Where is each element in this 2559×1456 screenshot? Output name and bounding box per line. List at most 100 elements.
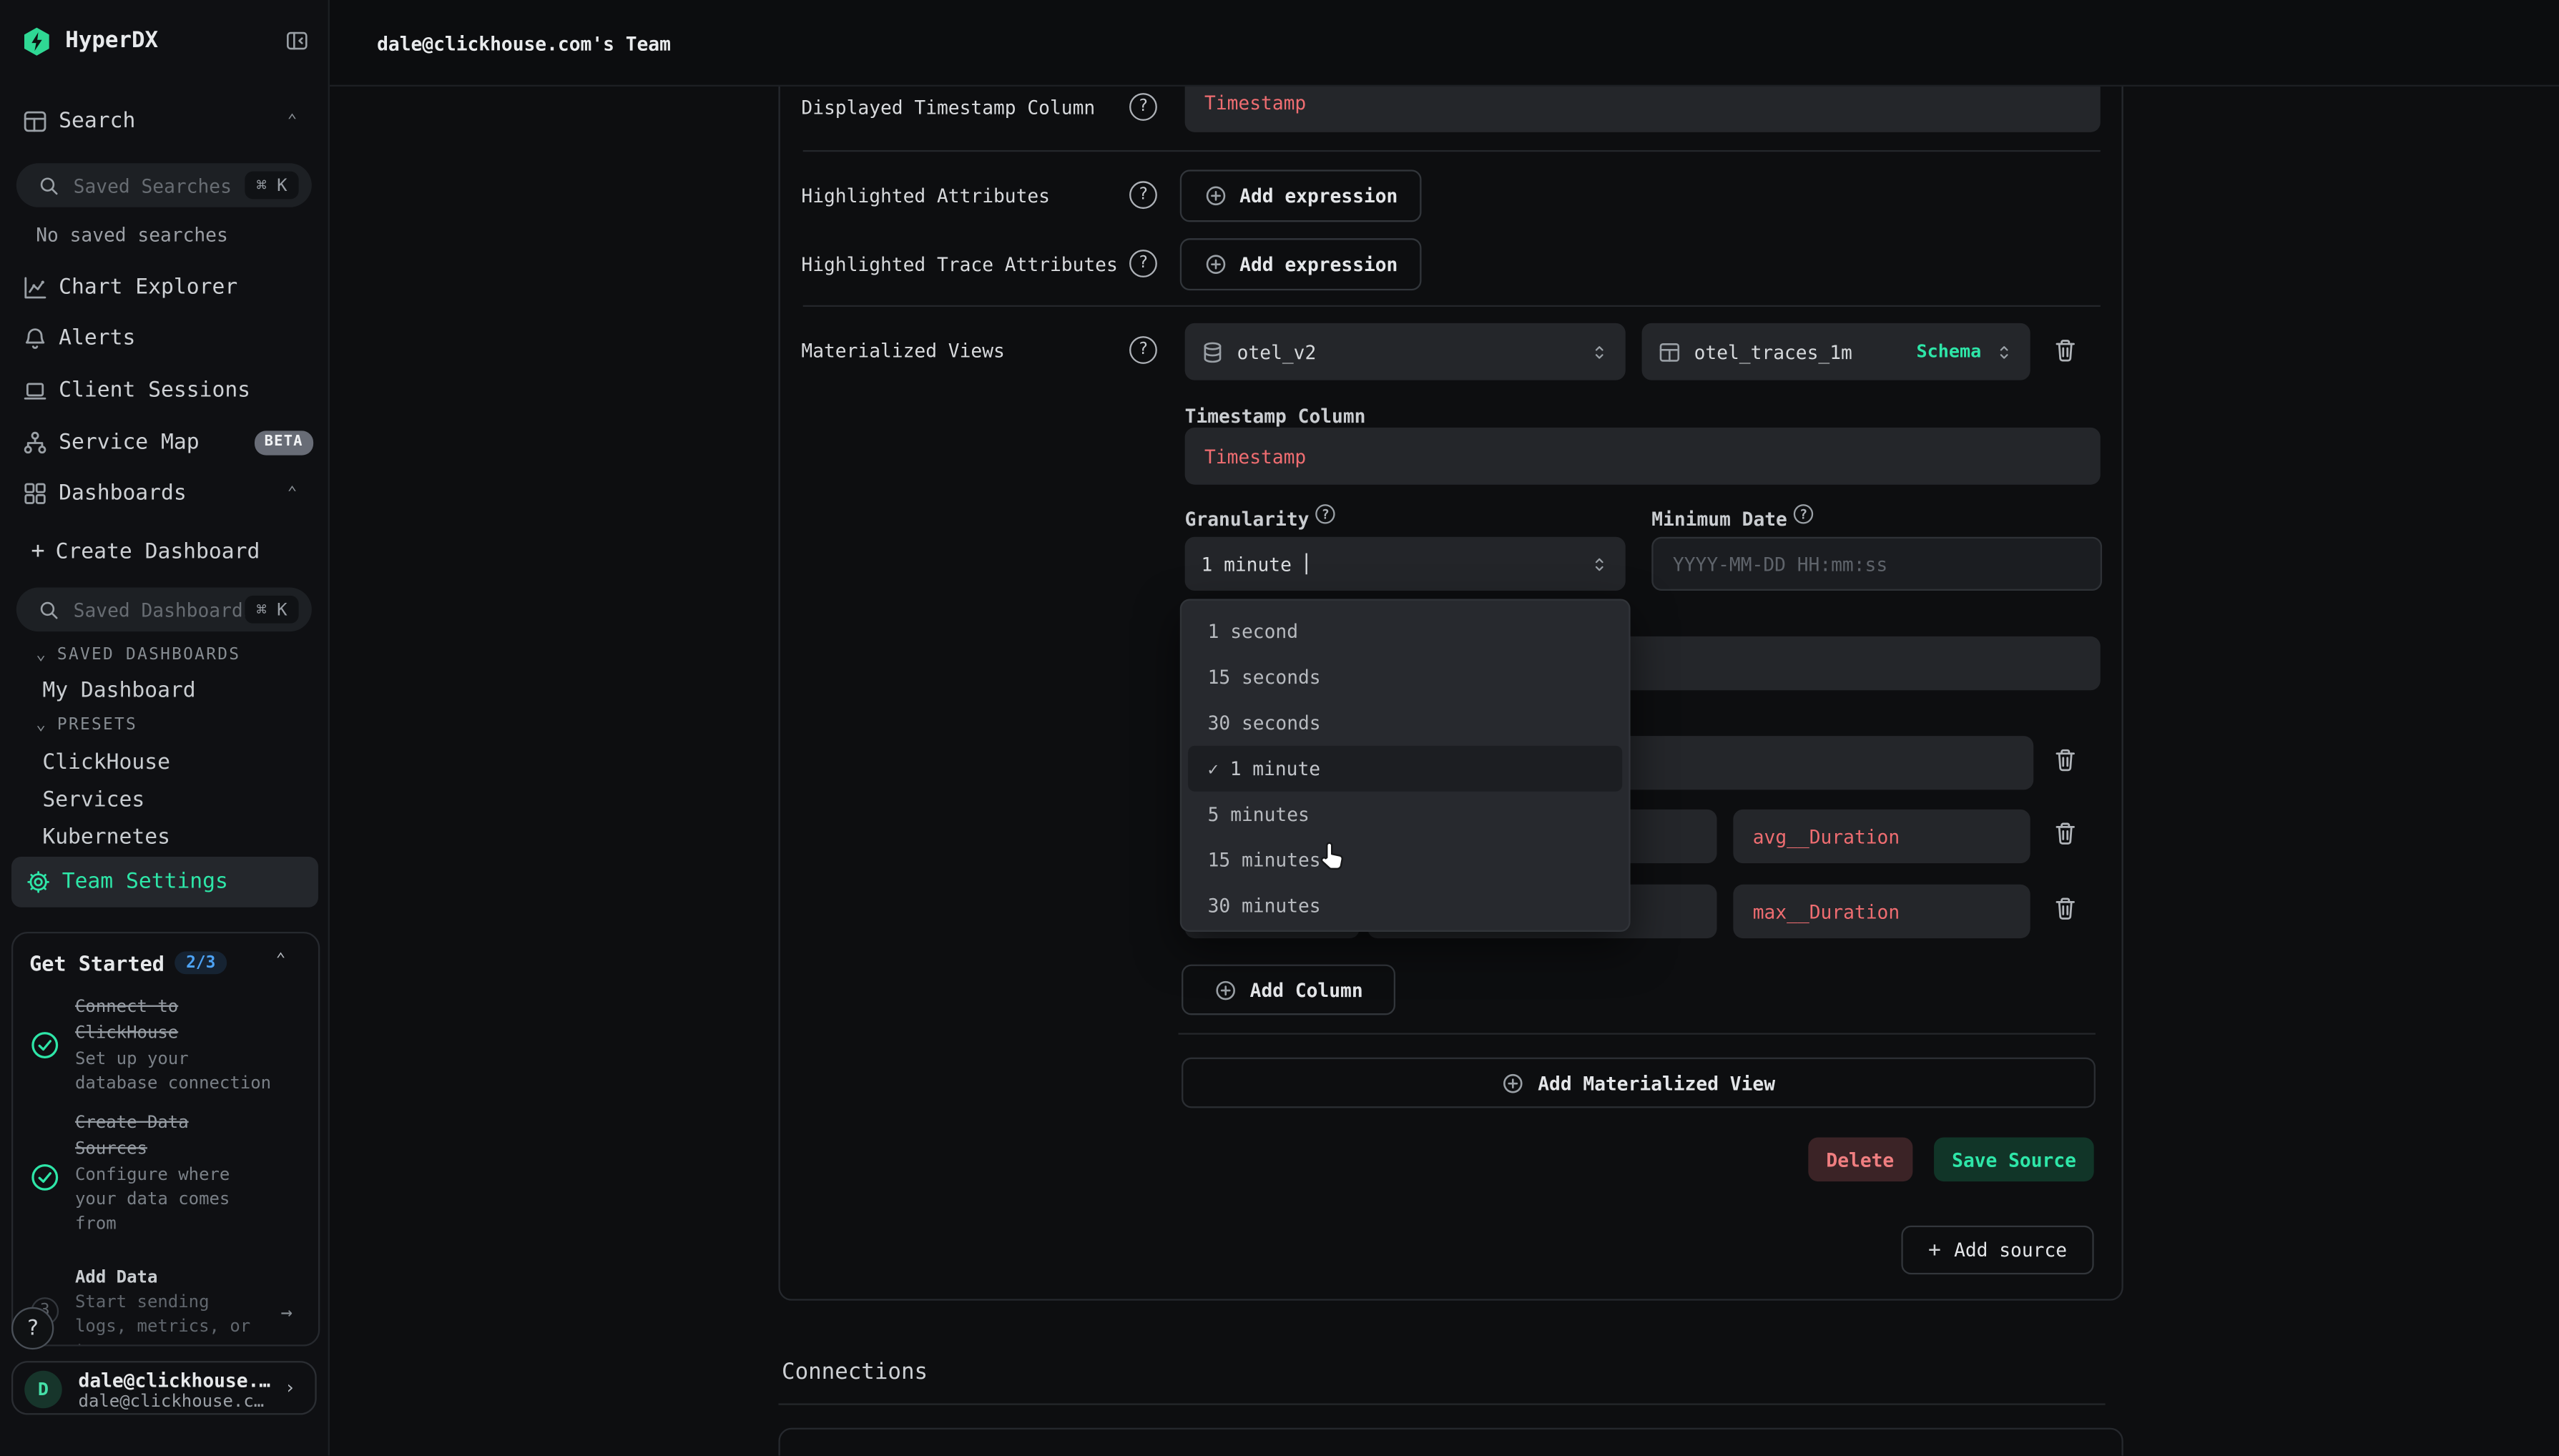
help-circle-icon[interactable]: ? — [1129, 181, 1157, 209]
delete-column-icon[interactable] — [2053, 896, 2080, 925]
help-circle-icon[interactable]: ? — [1129, 250, 1157, 277]
select-value: otel_v2 — [1237, 340, 1317, 363]
button-label: Add Column — [1250, 978, 1363, 1001]
group-saved-dashboards[interactable]: ⌄ SAVED DASHBOARDS — [36, 646, 240, 664]
minimum-date-input[interactable]: YYYY-MM-DD HH:mm:ss — [1651, 537, 2102, 591]
saved-dashboards-input[interactable]: Saved Dashboards ⌘ K — [16, 587, 312, 631]
sidebar-item-kubernetes[interactable]: Kubernetes — [42, 825, 170, 849]
chevron-right-icon: › — [285, 1377, 295, 1399]
sidebar-item-dashboards[interactable]: Dashboards ⌃ — [0, 474, 330, 513]
create-dashboard-label: Create Dashboard — [56, 539, 260, 564]
sidebar-item-team-settings[interactable]: Team Settings — [11, 857, 318, 907]
help-button[interactable]: ? — [11, 1307, 54, 1349]
step-desc-line: Set up your — [75, 1048, 189, 1071]
delete-column-icon[interactable] — [2053, 747, 2080, 777]
sidebar-item-services[interactable]: Services — [42, 787, 144, 812]
plus-circle-icon — [1204, 253, 1227, 276]
column-name-input[interactable]: avg__Duration — [1733, 810, 2030, 863]
select-chevrons-icon — [1994, 340, 2013, 363]
divider — [803, 305, 2101, 307]
input-value: avg__Duration — [1753, 825, 1900, 847]
collapse-sidebar-icon[interactable] — [285, 29, 308, 52]
no-saved-searches-text: No saved searches — [36, 224, 228, 247]
info-circle-icon[interactable]: ? — [1794, 504, 1813, 523]
dropdown-option[interactable]: 5 minutes — [1182, 792, 1629, 837]
dropdown-option[interactable]: 30 seconds — [1182, 700, 1629, 746]
add-column-button[interactable]: Add Column — [1182, 965, 1395, 1015]
select-value: otel_traces_1m — [1694, 340, 1852, 363]
step-title-line[interactable]: Sources — [75, 1136, 147, 1159]
materialized-table-select[interactable]: otel_traces_1m Schema — [1642, 323, 2030, 380]
add-source-button[interactable]: + Add source — [1901, 1226, 2093, 1274]
group-presets[interactable]: ⌄ PRESETS — [36, 717, 137, 734]
chevron-up-icon[interactable]: ⌃ — [288, 485, 298, 503]
minimum-date-label: Minimum Date ? — [1651, 508, 1813, 531]
info-circle-icon[interactable]: ? — [1316, 504, 1335, 523]
bell-icon — [23, 326, 47, 350]
step-title[interactable]: Add Data — [75, 1266, 157, 1289]
sidebar-item-my-dashboard[interactable]: My Dashboard — [42, 679, 195, 703]
schema-badge: Schema — [1917, 341, 1982, 363]
laptop-icon — [23, 378, 47, 402]
chevron-up-icon[interactable]: ⌃ — [276, 951, 286, 969]
sidebar-item-label: Service Map — [59, 430, 199, 454]
step-desc-line: database connection — [75, 1071, 271, 1094]
sidebar-item-label: Dashboards — [59, 481, 187, 506]
connections-panel — [778, 1428, 2123, 1456]
sidebar-item-search[interactable]: Search ⌃ — [0, 101, 330, 140]
delete-button[interactable]: Delete — [1808, 1137, 1912, 1181]
sidebar-item-service-map[interactable]: Service Map BETA — [0, 423, 330, 462]
service-map-icon — [23, 430, 47, 454]
add-materialized-view-button[interactable]: Add Materialized View — [1182, 1058, 2096, 1108]
sidebar-item-clickhouse[interactable]: ClickHouse — [42, 750, 170, 774]
hyperdx-logo-icon — [21, 25, 52, 56]
logo-row: HyperDX — [0, 19, 330, 62]
sidebar-item-client-sessions[interactable]: Client Sessions — [0, 370, 330, 410]
chevron-up-icon[interactable]: ⌃ — [288, 112, 298, 129]
materialized-view-select[interactable]: otel_v2 — [1185, 323, 1626, 380]
add-expression-button[interactable]: Add expression — [1180, 238, 1422, 290]
dropdown-option-selected[interactable]: ✓ 1 minute — [1188, 746, 1622, 792]
divider — [803, 150, 2101, 152]
sidebar-item-chart-explorer[interactable]: Chart Explorer — [0, 267, 330, 307]
step-title-line[interactable]: Connect to — [75, 995, 178, 1018]
saved-searches-input[interactable]: Saved Searches ⌘ K — [16, 163, 312, 207]
dropdown-option[interactable]: 15 minutes — [1182, 837, 1629, 883]
displayed-timestamp-label: Displayed Timestamp Column — [801, 97, 1095, 119]
add-expression-button[interactable]: Add expression — [1180, 169, 1422, 222]
delete-column-icon[interactable] — [2053, 821, 2080, 850]
divider — [778, 1403, 2105, 1405]
divider — [1179, 1033, 2096, 1034]
granularity-select[interactable]: 1 minute — [1185, 537, 1626, 591]
help-circle-icon[interactable]: ? — [1129, 336, 1157, 364]
highlighted-trace-attributes-label: Highlighted Trace Attributes — [801, 253, 1117, 276]
profile-email: dale@clickhouse.c… — [79, 1391, 265, 1410]
plus-circle-icon — [1204, 185, 1227, 207]
create-dashboard-button[interactable]: + Create Dashboard — [0, 532, 330, 571]
displayed-timestamp-input[interactable]: Timestamp — [1185, 87, 2101, 132]
team-settings-label: Team Settings — [62, 870, 228, 894]
sidebar-item-label: Chart Explorer — [59, 275, 237, 299]
user-profile-button[interactable]: D dale@clickhouse.… dale@clickhouse.c… › — [11, 1361, 317, 1415]
dropdown-option[interactable]: 15 seconds — [1182, 654, 1629, 700]
mv-timestamp-input[interactable]: Timestamp — [1185, 428, 2101, 485]
beta-badge: BETA — [255, 430, 313, 454]
shortcut-badge: ⌘ K — [245, 172, 298, 200]
main-area: dale@clickhouse.com's Team Displayed Tim… — [330, 0, 2559, 1456]
sidebar-item-label: Search — [59, 109, 135, 133]
save-source-button[interactable]: Save Source — [1934, 1137, 2094, 1181]
help-circle-icon[interactable]: ? — [1129, 93, 1157, 121]
settings-scroll-area[interactable]: Displayed Timestamp Column ? Timestamp H… — [330, 87, 2559, 1456]
column-name-input[interactable]: max__Duration — [1733, 885, 2030, 938]
dropdown-option[interactable]: 30 minutes — [1182, 883, 1629, 929]
highlighted-attributes-label: Highlighted Attributes — [801, 185, 1050, 207]
delete-materialized-view-icon[interactable] — [2053, 338, 2080, 367]
dropdown-option[interactable]: 1 second — [1182, 609, 1629, 654]
step-title-line[interactable]: Create Data — [75, 1111, 189, 1134]
sidebar-item-alerts[interactable]: Alerts — [0, 319, 330, 358]
app-title: HyperDX — [65, 28, 158, 54]
step-desc-line: traces — [75, 1339, 137, 1346]
plus-icon: + — [31, 538, 44, 565]
timestamp-column-label: Timestamp Column — [1185, 405, 1366, 428]
step-title-line[interactable]: ClickHouse — [75, 1021, 178, 1044]
